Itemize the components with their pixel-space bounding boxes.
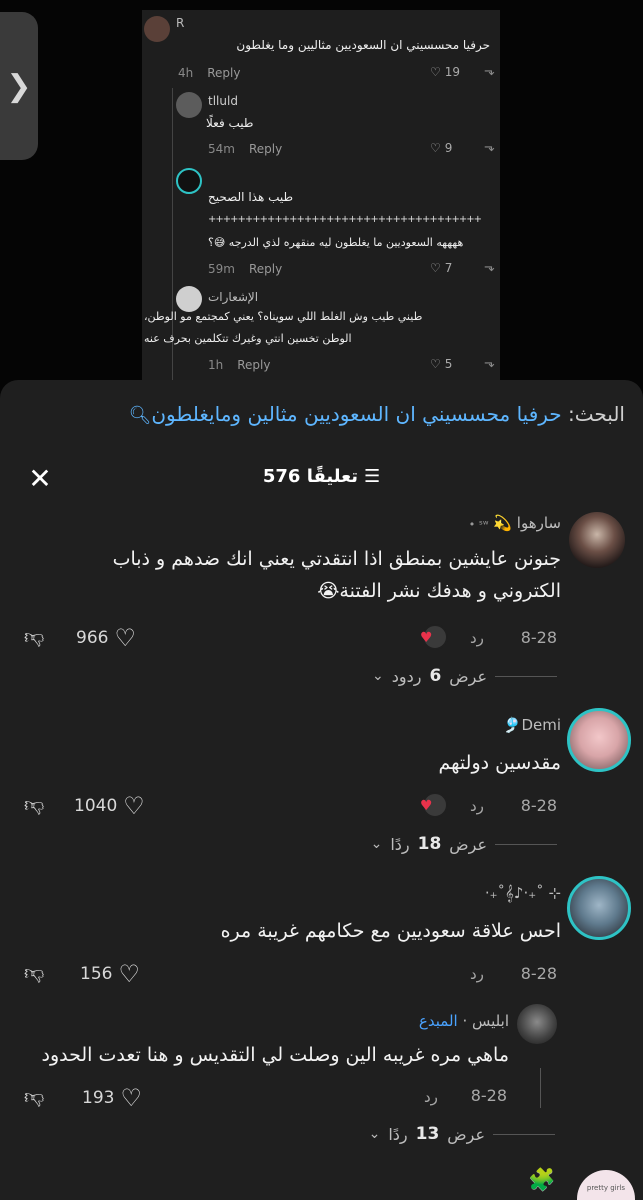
comment-count-label: 576 تعليقًا xyxy=(262,466,359,487)
divider xyxy=(495,843,557,845)
chevron-right-icon: ❯ xyxy=(6,68,32,104)
embedded-comment: tlluld طيب فعلًا 54m Reply ♡ 9 ⬎ xyxy=(142,88,500,168)
comment-username[interactable]: سارهوا 💫 ˢʷ • xyxy=(469,514,561,532)
reply-button[interactable]: رد xyxy=(470,797,484,815)
avatar[interactable] xyxy=(569,512,625,568)
creator-liked-badge: ♥ xyxy=(420,792,448,818)
search-icon: 🔍︎ xyxy=(128,405,152,426)
reply-date: 8-28 xyxy=(470,1086,507,1105)
heart-icon: ♥ xyxy=(420,798,433,814)
embedded-comment: R حرفيا محسسيني ان السعوديين مثاليين وما… xyxy=(142,10,500,90)
avatar-text: pretty girls xyxy=(586,1184,626,1192)
like-button[interactable]: 193 ♡ xyxy=(82,1084,142,1112)
view-replies-button[interactable]: عرض 13 ردًا ⌄ xyxy=(369,1124,555,1144)
comment-text: الكتروني و هدفك نشر الفتنة😭 xyxy=(317,580,561,602)
comment-count[interactable]: 576 تعليقًا ☰ xyxy=(0,466,643,487)
dislike-icon[interactable]: 👎︎ xyxy=(24,624,44,649)
avatar[interactable] xyxy=(567,708,631,772)
comment-text: احس علاقة سعوديين مع حكامهم غريبة مره xyxy=(220,920,561,942)
search-query[interactable]: حرفيا محسسيني ان السعوديين مثالين ومايغل… xyxy=(151,402,561,426)
avatar[interactable]: pretty girls xyxy=(577,1170,635,1200)
thread-line xyxy=(172,280,173,380)
embedded-comment-text: طيب فعلًا xyxy=(206,116,254,130)
embedded-likes: ♡ 19 xyxy=(430,65,461,79)
comment-text: جنونن عايشين بمنطق اذا انتقدتي يعني انك … xyxy=(112,548,561,570)
heart-outline-icon: ♡ xyxy=(118,960,140,988)
embedded-meta: 4h Reply xyxy=(178,66,241,80)
comment-text: مقدسين دولتهم xyxy=(438,752,561,774)
embedded-comment: طيب هذا الصحيح +++++++++++++++++++++++++… xyxy=(142,162,500,284)
thread-line xyxy=(172,88,173,168)
embedded-comment-text: حرفيا محسسيني ان السعوديين مثاليين وما ي… xyxy=(236,38,490,52)
reply-button[interactable]: رد xyxy=(470,629,484,647)
dislike-icon[interactable]: 👎︎ xyxy=(24,1084,44,1109)
embedded-comment: الإشعارات طيني طيب وش الغلط اللي سويناه؟… xyxy=(142,280,500,380)
embedded-username: R xyxy=(176,16,185,30)
thread-line xyxy=(172,162,173,284)
creator-liked-badge: ♥ xyxy=(420,624,448,650)
dislike-icon[interactable]: 👎︎ xyxy=(24,960,44,985)
chevron-down-icon: ⌄ xyxy=(368,1126,381,1142)
avatar xyxy=(176,168,202,194)
embedded-username: الإشعارات xyxy=(208,290,259,304)
bell-icon xyxy=(176,286,202,312)
thumbs-down-icon: ⬎ xyxy=(484,356,495,371)
divider xyxy=(493,1133,555,1135)
embedded-comment-text: ههههه السعوديين ما يغلطون ليه منقهره لذي… xyxy=(208,236,464,249)
reply-button[interactable]: رد xyxy=(424,1088,438,1106)
comment-username[interactable]: ⊹ ˚₊‧♪𝄞˚₊‧ xyxy=(485,884,561,902)
avatar[interactable] xyxy=(567,876,631,940)
avatar[interactable] xyxy=(517,1004,557,1044)
heart-outline-icon: ♡ xyxy=(123,792,145,820)
embedded-likes: ♡ 5 xyxy=(430,357,453,371)
search-label: البحث: xyxy=(568,402,625,426)
embedded-comment-plus: +++++++++++++++++++++++++++++++++++++ xyxy=(208,214,482,225)
embedded-screenshot: R حرفيا محسسيني ان السعوديين مثاليين وما… xyxy=(142,10,500,380)
avatar xyxy=(176,92,202,118)
embedded-comment-text: طيب هذا الصحيح xyxy=(208,190,294,204)
view-replies-button[interactable]: عرض 6 ردود ⌄ xyxy=(372,666,557,686)
filter-icon[interactable]: ☰ xyxy=(364,466,380,487)
embedded-comment-text: الوطن تخسين انتي وغيرك تتكلمين بحرف عنه xyxy=(144,332,352,345)
chevron-down-icon: ⌄ xyxy=(370,836,383,852)
reply-button[interactable]: رد xyxy=(470,965,484,983)
embedded-meta: 1h Reply xyxy=(208,358,271,372)
thumbs-down-icon: ⬎ xyxy=(484,260,495,275)
search-suggestion[interactable]: البحث: حرفيا محسسيني ان السعوديين مثالين… xyxy=(129,402,626,426)
embedded-meta: 59m Reply xyxy=(208,262,283,276)
like-button[interactable]: 1040 ♡ xyxy=(74,792,145,820)
comments-sheet: البحث: حرفيا محسسيني ان السعوديين مثالين… xyxy=(0,380,643,1200)
embedded-likes: ♡ 9 xyxy=(430,141,453,155)
dislike-icon[interactable]: 👎︎ xyxy=(24,792,44,817)
view-replies-button[interactable]: عرض 18 ردًا ⌄ xyxy=(371,834,557,854)
divider xyxy=(495,675,557,677)
thread-line xyxy=(540,1068,541,1108)
side-panel-toggle[interactable]: ❯ xyxy=(0,12,38,160)
like-button[interactable]: 156 ♡ xyxy=(80,960,140,988)
like-button[interactable]: 966 ♡ xyxy=(76,624,136,652)
comment-username[interactable]: Demi🎐 xyxy=(503,716,561,734)
embedded-meta: 54m Reply xyxy=(208,142,283,156)
comment-date: 8-28 xyxy=(520,964,557,983)
heart-icon: ♥ xyxy=(420,630,433,646)
heart-outline-icon: ♡ xyxy=(114,624,136,652)
avatar xyxy=(144,16,170,42)
comment-date: 8-28 xyxy=(520,628,557,647)
reply-text: ماهي مره غريبه الين وصلت لي التقديس و هن… xyxy=(41,1044,509,1066)
heart-outline-icon: ♡ xyxy=(120,1084,142,1112)
embedded-comment-text: طيني طيب وش الغلط اللي سويناه؟ يعني كمجت… xyxy=(144,310,423,323)
embedded-likes: ♡ 7 xyxy=(430,261,453,275)
puzzle-icon: 🧩 xyxy=(528,1168,556,1193)
thumbs-down-icon: ⬎ xyxy=(484,140,495,155)
embedded-username: tlluld xyxy=(208,94,238,108)
creator-tag: المبدع xyxy=(418,1012,458,1030)
chevron-down-icon: ⌄ xyxy=(372,668,384,684)
thumbs-down-icon: ⬎ xyxy=(484,64,495,79)
comment-date: 8-28 xyxy=(520,796,557,815)
reply-username[interactable]: ابليس · المبدع xyxy=(419,1012,509,1030)
